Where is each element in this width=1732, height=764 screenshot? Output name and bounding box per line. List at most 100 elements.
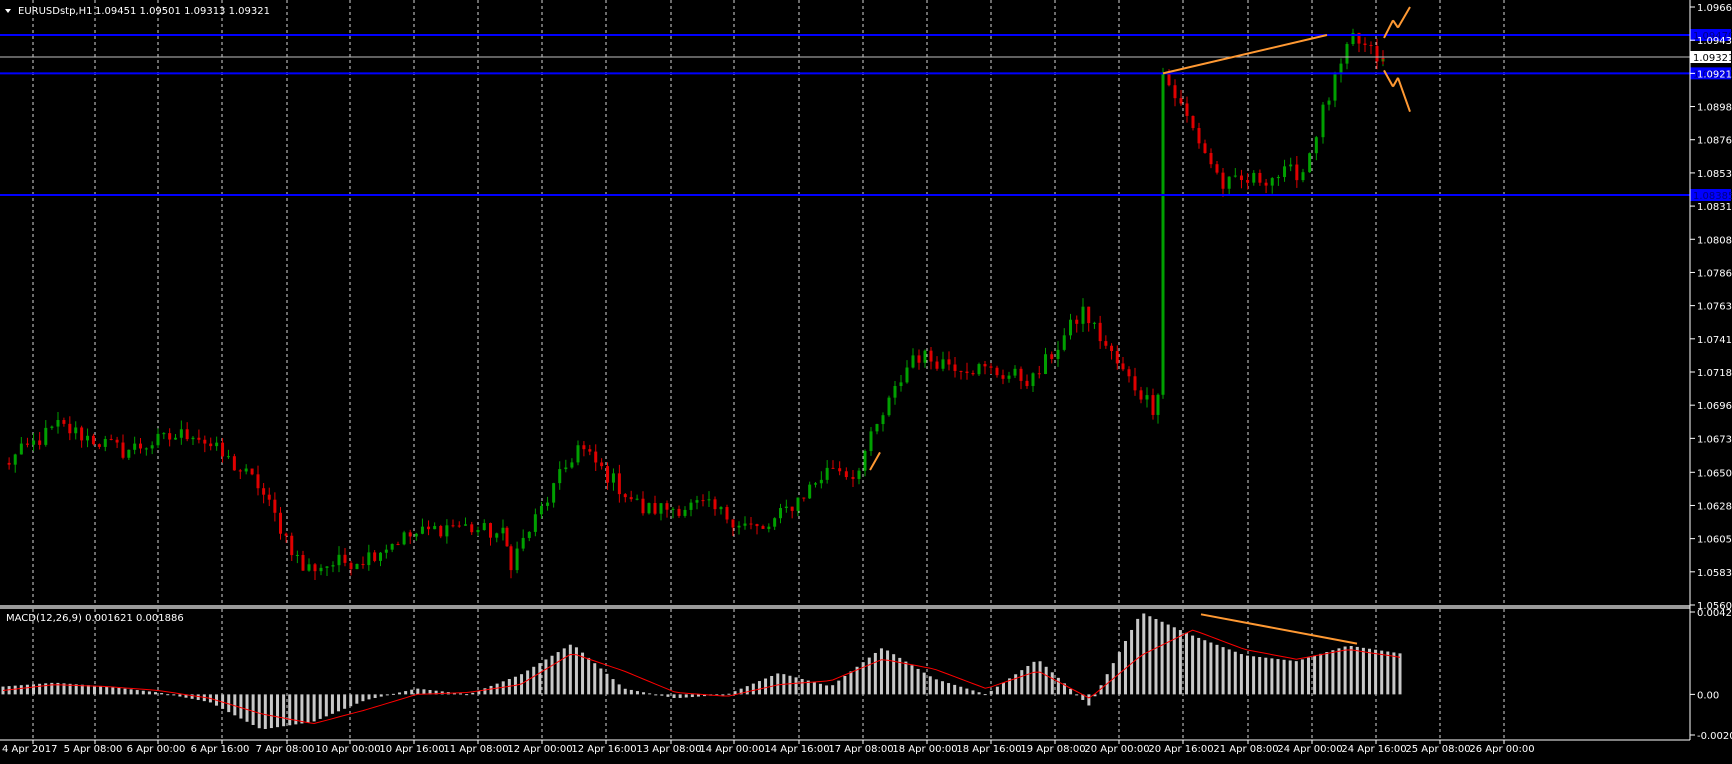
macd-histogram-bar <box>300 694 304 724</box>
candle-body <box>983 364 987 367</box>
macd-histogram-bar <box>922 672 926 695</box>
candle-body <box>384 549 388 553</box>
candle-body <box>857 470 861 479</box>
macd-histogram-bar <box>391 693 395 695</box>
candle-body <box>802 497 806 499</box>
candle-body <box>659 503 663 514</box>
x-tick-label: 17 Apr 08:00 <box>828 744 893 755</box>
candle-body <box>1215 164 1219 173</box>
macd-histogram-bar <box>971 690 975 695</box>
macd-histogram-bar <box>587 657 591 695</box>
candle-body <box>808 484 812 499</box>
candle-body <box>174 437 177 440</box>
macd-histogram-bar <box>263 694 267 729</box>
y-tick-label: 1.09435 <box>1697 36 1732 47</box>
candle-body <box>1283 166 1287 178</box>
panel-separator[interactable] <box>0 605 1690 609</box>
macd-histogram-bar <box>892 654 896 695</box>
macd-histogram-bar <box>995 686 999 695</box>
macd-histogram-bar <box>831 685 835 695</box>
macd-histogram-bar <box>349 694 353 707</box>
candle-body <box>731 519 735 528</box>
candle-body <box>1179 98 1183 104</box>
candle-body <box>564 467 568 470</box>
candle-body <box>665 503 669 510</box>
candle-body <box>68 423 72 434</box>
candle-body <box>80 427 84 441</box>
candle-body <box>1104 341 1108 346</box>
candle-body <box>606 466 610 483</box>
macd-histogram-bar <box>977 692 981 695</box>
macd-histogram-bar <box>276 694 280 728</box>
macd-histogram-bar <box>123 688 127 695</box>
y-tick-label: 1.08535 <box>1697 169 1732 180</box>
candle-body <box>1098 322 1102 342</box>
macd-histogram-bar <box>32 684 36 695</box>
macd-histogram-bar <box>385 694 389 696</box>
candle-body <box>683 509 687 516</box>
y-tick-label: 1.06505 <box>1697 468 1732 479</box>
candle-body <box>168 433 172 440</box>
candle-body <box>367 552 371 566</box>
macd-histogram-bar <box>459 693 463 695</box>
candle-body <box>1115 351 1119 364</box>
macd-histogram-bar <box>1337 648 1341 695</box>
y-tick-label: 1.07185 <box>1697 368 1732 379</box>
macd-histogram-bar <box>1020 670 1024 695</box>
price-chart-svg[interactable]: 1.094701.092101.083851.09321 4 Apr 2017 5… <box>0 0 1732 760</box>
candle-body <box>179 429 183 438</box>
macd-histogram-bar <box>837 680 841 695</box>
candle-body <box>1239 175 1243 181</box>
macd-histogram-bar <box>629 689 633 695</box>
candle-body <box>905 367 909 383</box>
candle-body <box>635 498 639 500</box>
y-tick-label: 1.08760 <box>1697 136 1732 147</box>
candle-body <box>552 483 556 503</box>
macd-histogram-bar <box>562 648 566 695</box>
macd-histogram-bar <box>1050 672 1054 695</box>
macd-histogram-bar <box>1221 647 1225 695</box>
candle-body <box>713 499 717 510</box>
macd-histogram-bar <box>1203 640 1207 695</box>
chart-window[interactable]: 1.09470 1.09210 1.08385 1.09321 4 Apr 2017 5… <box>0 0 1732 760</box>
macd-histogram-bar <box>764 678 768 695</box>
candle-body <box>1381 58 1385 60</box>
candle-body <box>623 494 627 498</box>
candle-body <box>743 523 747 526</box>
x-tick-label: 12 Apr 00:00 <box>507 744 572 755</box>
candle-body <box>139 443 142 449</box>
macd-histogram-bar <box>135 690 139 695</box>
candle-body <box>977 364 981 375</box>
macd-histogram-bar <box>282 694 286 727</box>
macd-histogram-bar <box>1038 661 1042 695</box>
macd-histogram-bar <box>337 694 341 712</box>
x-tick-label: 10 Apr 16:00 <box>379 744 444 755</box>
macd-histogram-bar <box>965 688 969 695</box>
candle-body <box>533 514 537 532</box>
x-tick-label: 7 Apr 08:00 <box>256 744 315 755</box>
candle-body <box>427 526 431 530</box>
candle-body <box>325 566 329 568</box>
macd-histogram-bar <box>1014 674 1018 695</box>
macd-histogram-bar <box>989 690 993 695</box>
candle-body <box>594 451 598 463</box>
y-tick-label: 1.08310 <box>1697 202 1732 213</box>
macd-histogram-bar <box>410 689 414 695</box>
candle-body <box>1161 73 1165 395</box>
candle-body <box>1333 74 1337 101</box>
candle-body <box>935 361 939 369</box>
candle-body <box>343 554 347 563</box>
macd-histogram-bar <box>1191 635 1195 695</box>
macd-histogram-bar <box>245 694 249 722</box>
candle-body <box>290 535 294 556</box>
macd-histogram-bar <box>38 683 42 695</box>
candle-body <box>719 507 723 510</box>
candle-body <box>1056 349 1060 359</box>
macd-histogram-bar <box>983 694 987 696</box>
macd-histogram-bar <box>129 689 133 695</box>
macd-histogram-bar <box>1300 659 1304 695</box>
y-tick-label: 1.06055 <box>1697 535 1732 546</box>
y-tick-label: 1.09660 <box>1697 3 1732 14</box>
macd-histogram-bar <box>947 683 951 695</box>
macd-histogram-bar <box>532 666 536 695</box>
